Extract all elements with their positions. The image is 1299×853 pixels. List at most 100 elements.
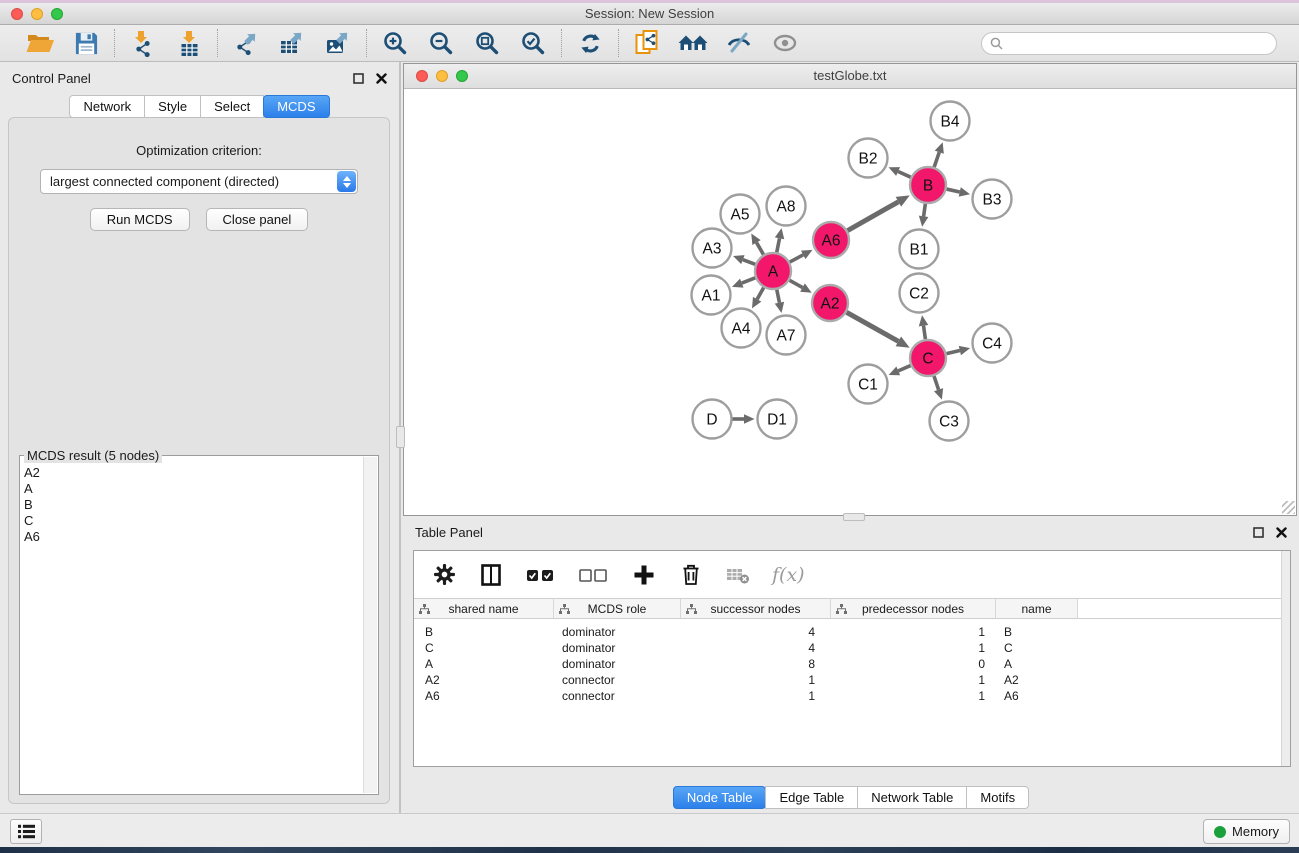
graph-node-B4[interactable]: B4 bbox=[931, 102, 970, 141]
settings-gear-icon[interactable] bbox=[431, 562, 457, 588]
mcds-result-item[interactable]: C bbox=[24, 513, 360, 529]
export-network-icon[interactable] bbox=[231, 28, 261, 58]
network-zoom-button[interactable] bbox=[456, 70, 468, 82]
table-row-a6[interactable]: A6connector11A6 bbox=[414, 688, 1290, 704]
graph-node-C1[interactable]: C1 bbox=[849, 365, 888, 404]
graph-node-D[interactable]: D bbox=[693, 400, 732, 439]
graph-edge-A-A3[interactable] bbox=[743, 260, 755, 265]
graph-edge-B-B3[interactable] bbox=[947, 189, 960, 192]
network-window-titlebar[interactable]: testGlobe.txt bbox=[404, 64, 1296, 89]
network-minimize-button[interactable] bbox=[436, 70, 448, 82]
graph-node-C[interactable]: C bbox=[910, 340, 946, 376]
graph-node-A5[interactable]: A5 bbox=[721, 195, 760, 234]
run-mcds-button[interactable]: Run MCDS bbox=[90, 208, 190, 231]
home-layout-icon[interactable] bbox=[678, 28, 708, 58]
export-table-icon[interactable] bbox=[277, 28, 307, 58]
graph-node-A8[interactable]: A8 bbox=[767, 187, 806, 226]
network-canvas[interactable]: B4B2BB3A5A8A6B1A3AC2A1A2A4A7C4CC1C3DD1 bbox=[404, 90, 1296, 515]
select-all-checkboxes-icon[interactable] bbox=[525, 562, 557, 588]
table-row-a2[interactable]: A2connector11A2 bbox=[414, 672, 1290, 688]
refresh-view-icon[interactable] bbox=[575, 28, 605, 58]
export-image-icon[interactable] bbox=[323, 28, 353, 58]
memory-button[interactable]: Memory bbox=[1203, 819, 1290, 844]
close-window-button[interactable] bbox=[11, 8, 23, 20]
graph-edge-B-B2[interactable] bbox=[898, 172, 911, 178]
network-close-button[interactable] bbox=[416, 70, 428, 82]
graph-edge-A-A5[interactable] bbox=[757, 243, 764, 255]
tab-style[interactable]: Style bbox=[144, 95, 201, 118]
import-table-icon[interactable] bbox=[174, 28, 204, 58]
window-resize-grip[interactable] bbox=[1282, 501, 1295, 514]
delete-table-icon[interactable] bbox=[725, 562, 751, 588]
float-table-panel-icon[interactable] bbox=[1253, 527, 1264, 538]
tab-select[interactable]: Select bbox=[200, 95, 264, 118]
graph-node-C3[interactable]: C3 bbox=[930, 402, 969, 441]
show-all-icon[interactable] bbox=[770, 28, 800, 58]
tab-mcds[interactable]: MCDS bbox=[263, 95, 329, 118]
vertical-splitter-grip[interactable] bbox=[396, 426, 405, 448]
graph-edge-A-A7[interactable] bbox=[777, 290, 780, 303]
graph-edge-B-B4[interactable] bbox=[934, 152, 939, 167]
add-column-icon[interactable] bbox=[631, 562, 657, 588]
deselect-all-checkboxes-icon[interactable] bbox=[578, 562, 610, 588]
minimize-window-button[interactable] bbox=[31, 8, 43, 20]
graph-edge-C-C1[interactable] bbox=[898, 366, 910, 371]
column-header-successor-nodes[interactable]: successor nodes bbox=[681, 599, 831, 618]
graph-node-B3[interactable]: B3 bbox=[973, 180, 1012, 219]
graph-edge-B-B1[interactable] bbox=[924, 204, 926, 217]
mcds-result-item[interactable]: A2 bbox=[24, 465, 360, 481]
graph-node-A7[interactable]: A7 bbox=[767, 316, 806, 355]
delete-column-icon[interactable] bbox=[678, 562, 704, 588]
close-panel-icon[interactable] bbox=[376, 73, 387, 84]
graph-edge-A-A2[interactable] bbox=[790, 280, 803, 287]
graph-node-C2[interactable]: C2 bbox=[900, 274, 939, 313]
import-network-icon[interactable] bbox=[128, 28, 158, 58]
graph-node-B1[interactable]: B1 bbox=[900, 230, 939, 269]
graph-edge-A-A1[interactable] bbox=[742, 278, 756, 283]
graph-node-C4[interactable]: C4 bbox=[973, 324, 1012, 363]
graph-node-A2[interactable]: A2 bbox=[812, 285, 848, 321]
graph-node-A4[interactable]: A4 bbox=[722, 309, 761, 348]
tab-node-table[interactable]: Node Table bbox=[673, 786, 767, 809]
function-builder-icon[interactable]: f(x) bbox=[772, 564, 805, 586]
table-row-c[interactable]: Cdominator41C bbox=[414, 640, 1290, 656]
graph-edge-C-C2[interactable] bbox=[924, 326, 926, 339]
zoom-window-button[interactable] bbox=[51, 8, 63, 20]
graph-edge-A-A4[interactable] bbox=[757, 288, 764, 300]
graph-edge-C-C4[interactable] bbox=[946, 351, 959, 354]
zoom-fit-icon[interactable] bbox=[472, 28, 502, 58]
column-header-shared-name[interactable]: shared name bbox=[414, 599, 554, 618]
column-header-name[interactable]: name bbox=[996, 599, 1078, 618]
zoom-in-icon[interactable] bbox=[380, 28, 410, 58]
graph-node-A6[interactable]: A6 bbox=[813, 222, 849, 258]
horizontal-splitter-grip[interactable] bbox=[843, 513, 865, 521]
table-row-b[interactable]: Bdominator41B bbox=[414, 624, 1290, 640]
zoom-selected-icon[interactable] bbox=[518, 28, 548, 58]
graph-node-B[interactable]: B bbox=[910, 167, 946, 203]
close-table-panel-icon[interactable] bbox=[1276, 527, 1287, 538]
mcds-result-item[interactable]: B bbox=[24, 497, 360, 513]
graph-edge-A6-B[interactable] bbox=[848, 202, 899, 231]
graph-edge-A-A8[interactable] bbox=[777, 238, 780, 252]
graph-node-A3[interactable]: A3 bbox=[693, 229, 732, 268]
search-input[interactable] bbox=[1008, 36, 1268, 51]
close-panel-button[interactable]: Close panel bbox=[206, 208, 309, 231]
zoom-out-icon[interactable] bbox=[426, 28, 456, 58]
graph-node-B2[interactable]: B2 bbox=[849, 139, 888, 178]
graph-node-A[interactable]: A bbox=[755, 253, 791, 289]
save-session-icon[interactable] bbox=[71, 28, 101, 58]
table-scrollbar[interactable] bbox=[1281, 551, 1290, 766]
graph-node-A1[interactable]: A1 bbox=[692, 276, 731, 315]
clone-network-icon[interactable] bbox=[632, 28, 662, 58]
tab-motifs[interactable]: Motifs bbox=[966, 786, 1029, 809]
graph-edge-A2-C[interactable] bbox=[847, 312, 899, 341]
tab-network[interactable]: Network bbox=[69, 95, 145, 118]
graph-edge-A-A6[interactable] bbox=[790, 255, 803, 262]
column-header-predecessor-nodes[interactable]: predecessor nodes bbox=[831, 599, 996, 618]
graph-edge-C-C3[interactable] bbox=[934, 376, 939, 390]
optimization-select[interactable]: largest connected component (directed) bbox=[40, 169, 358, 194]
column-header-mcds-role[interactable]: MCDS role bbox=[554, 599, 681, 618]
table-row-a[interactable]: Adominator80A bbox=[414, 656, 1290, 672]
task-history-button[interactable] bbox=[10, 819, 42, 844]
search-box[interactable] bbox=[981, 32, 1277, 55]
